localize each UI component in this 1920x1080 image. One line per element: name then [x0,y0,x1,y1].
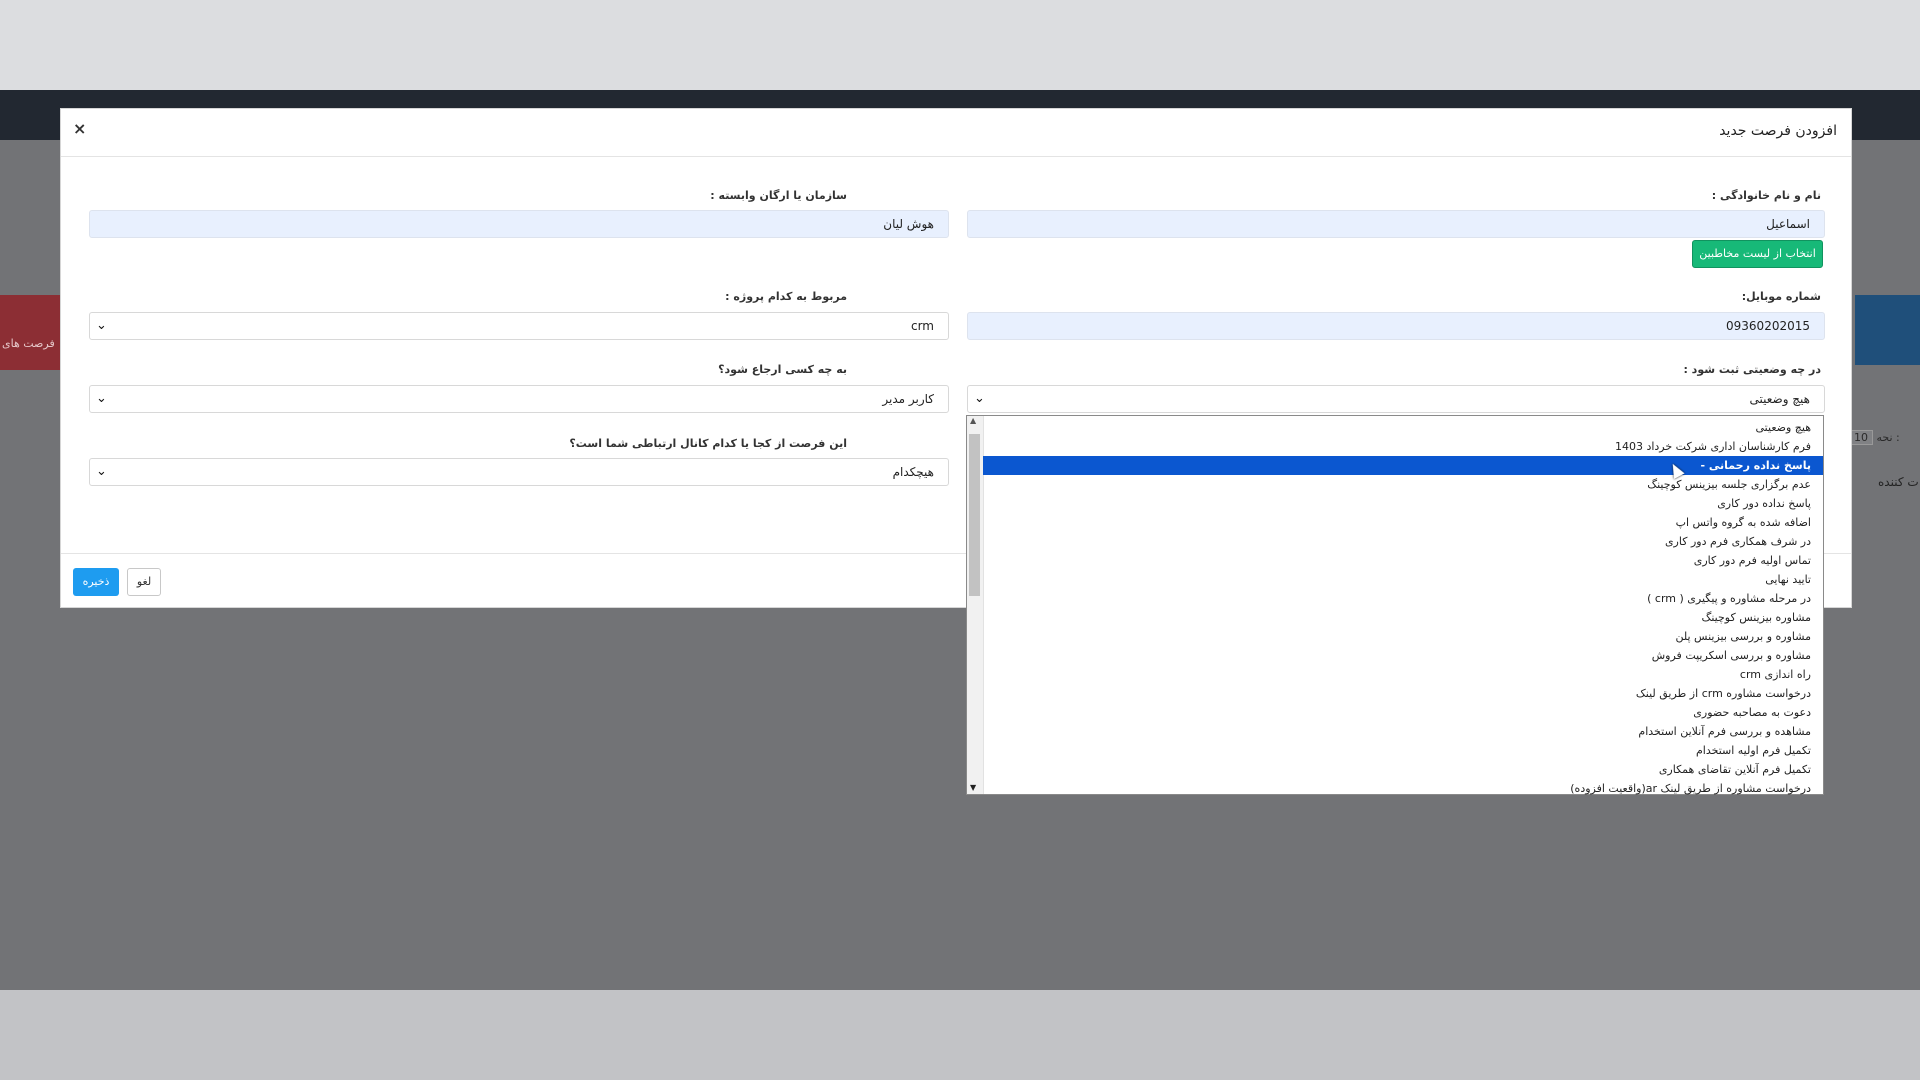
status-option[interactable]: مشاهده و بررسی فرم آنلاین استخدام [983,722,1823,741]
chevron-down-icon: ⌄ [96,464,107,479]
chevron-down-icon: ⌄ [974,391,985,406]
select-from-contacts-button[interactable]: انتخاب از لیست مخاطبین [1692,240,1823,268]
full-name-label: نام و نام خانوادگی : [1711,189,1821,202]
source-select[interactable]: هیچکدام ⌄ [89,458,949,486]
modal-header: افزودن فرصت جدید × [61,109,1851,157]
scroll-up-icon[interactable]: ▲ [970,416,976,425]
modal-title: افزودن فرصت جدید [1719,123,1837,139]
project-label: مربوط به کدام پروژه : [725,290,847,303]
status-option[interactable]: هیچ وضعیتی [983,418,1823,437]
status-option[interactable]: در شرف همکاری فرم دور کاری [983,532,1823,551]
organization-label: سازمان یا ارگان وابسته : [710,189,847,202]
status-option[interactable]: تماس اولیه فرم دور کاری [983,551,1823,570]
full-name-input[interactable]: اسماعیل [967,210,1825,238]
status-option[interactable]: اضافه شده به گروه واتس اپ [983,513,1823,532]
source-label: این فرصت از کجا یا کدام کانال ارتباطی شم… [569,437,847,450]
assignee-select[interactable]: کاربر مدیر ⌄ [89,385,949,413]
chevron-down-icon: ⌄ [96,391,107,406]
save-button[interactable]: ذخیره [73,568,119,596]
status-select[interactable]: هیچ وضعیتی ⌄ [967,385,1825,413]
project-select-value: crm [910,319,934,333]
cancel-button[interactable]: لغو [127,568,161,596]
status-option[interactable]: دعوت به مصاحبه حضوری [983,703,1823,722]
mobile-input[interactable]: 09360202015 [967,312,1825,340]
status-option[interactable]: فرم کارشناسان اداری شرکت خرداد 1403 [983,437,1823,456]
status-option[interactable]: درخواست مشاوره از طریق لینک ar(واقعیت اف… [983,779,1823,798]
status-options: هیچ وضعیتی فرم کارشناسان اداری شرکت خرداد… [983,418,1823,798]
status-option[interactable]: تکمیل فرم آنلاین تقاضای همکاری [983,760,1823,779]
assignee-label: به چه کسی ارجاع شود؟ [718,363,847,376]
status-option[interactable]: درخواست مشاوره crm از طریق لینک [983,684,1823,703]
dropdown-scrollbar[interactable]: ▲ ▼ [967,416,984,794]
status-option[interactable]: تکمیل فرم اولیه استخدام [983,741,1823,760]
page-size-label: نحه : [1876,431,1900,444]
close-icon[interactable]: × [73,119,86,138]
status-option[interactable]: مشاوره و بررسی اسکریپت فروش [983,646,1823,665]
project-select[interactable]: crm ⌄ [89,312,949,340]
status-option[interactable]: پاسخ نداده دور کاری [983,494,1823,513]
scroll-down-icon[interactable]: ▼ [970,783,976,792]
browser-top-area [0,0,1920,90]
scroll-thumb[interactable] [969,434,980,596]
assignee-select-value: کاربر مدیر [882,392,934,406]
chevron-down-icon: ⌄ [96,318,107,333]
organization-input[interactable]: هوش لیان [89,210,949,238]
side-stat-card-label: فرصت های [2,337,55,350]
source-select-value: هیچکدام [892,465,934,479]
status-dropdown-list[interactable]: ▲ ▼ هیچ وضعیتی فرم کارشناسان اداری شرکت خ… [966,415,1824,795]
table-column-header: ت کننده [1878,475,1919,489]
status-option[interactable]: راه اندازی crm [983,665,1823,684]
status-select-value: هیچ وضعیتی [1749,392,1810,406]
page-size-control: 10 نحه : [1845,430,1900,445]
status-option[interactable]: مشاوره و بررسی بیزینس پلن [983,627,1823,646]
status-label: در چه وضعیتی ثبت شود : [1683,363,1821,376]
status-option[interactable]: پاسخ نداده رحمانی - [983,456,1823,475]
browser-bottom-area [0,990,1920,1080]
status-option[interactable]: مشاوره بیزینس کوچینگ [983,608,1823,627]
side-stat-card-blue [1855,295,1920,365]
side-stat-card: فرصت های [0,295,60,370]
page-size-value: 10 [1849,430,1873,445]
mobile-label: شماره موبایل: [1741,290,1821,303]
status-option[interactable]: در مرحله مشاوره و پیگیری ( crm ) [983,589,1823,608]
status-option[interactable]: تایید نهایی [983,570,1823,589]
status-option[interactable]: عدم برگزاری جلسه بیزینس کوچینگ [983,475,1823,494]
